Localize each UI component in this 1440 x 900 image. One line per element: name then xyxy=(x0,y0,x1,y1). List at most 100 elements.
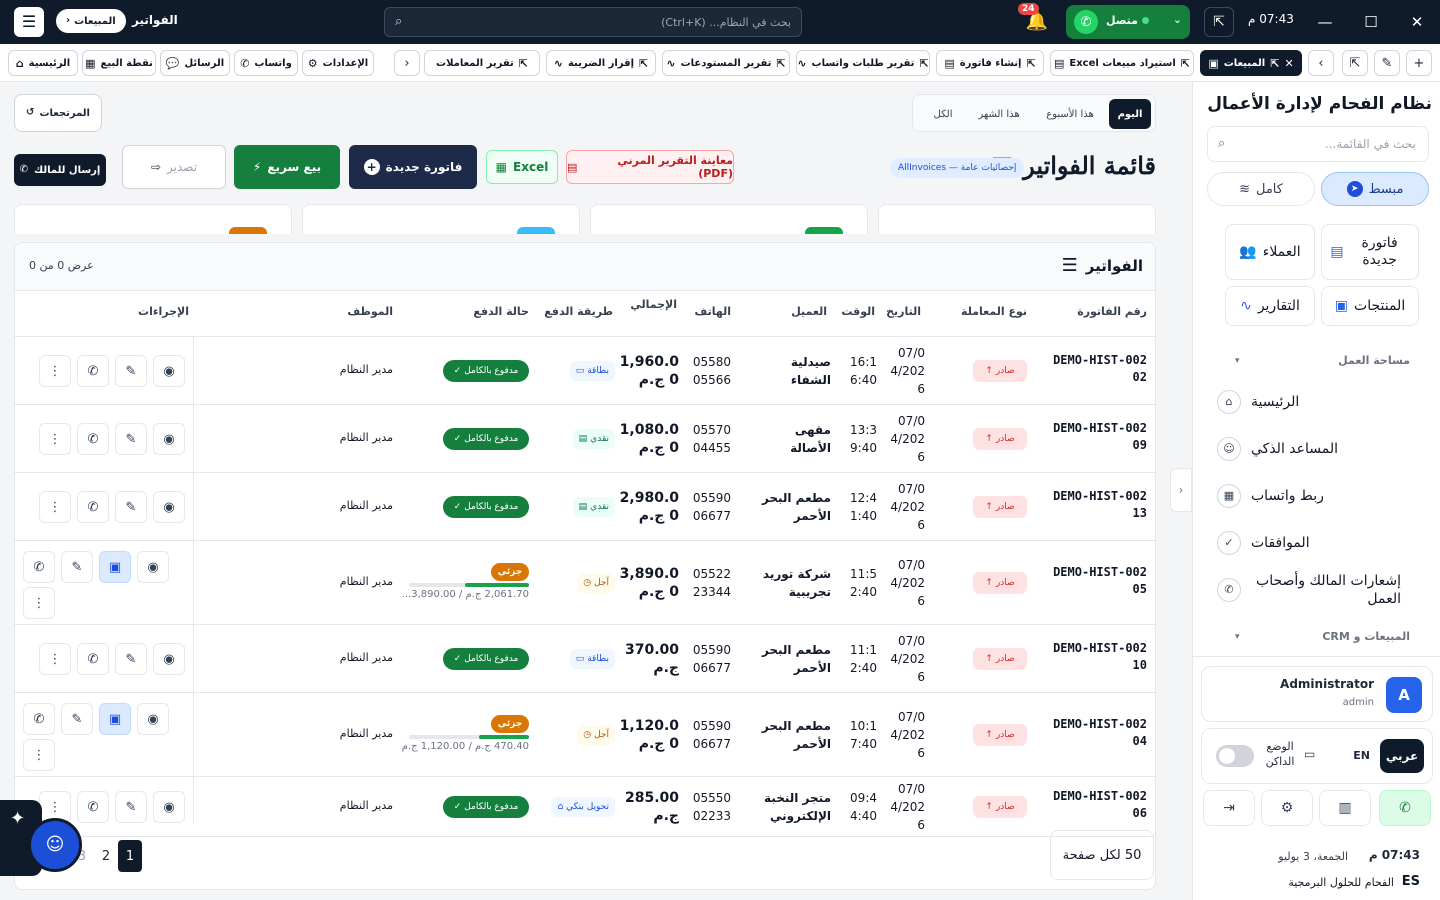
pay-button[interactable]: ▣ xyxy=(99,703,131,735)
tab-sales[interactable]: ✕ ⇱ المبيعات ▣ xyxy=(1200,50,1302,76)
table-row[interactable]: DEMO-HIST-00204 صادر ↑ 07/04/2026 10:17:4… xyxy=(15,693,1155,777)
global-search-input[interactable]: بحث في النظام... (Ctrl+K) ⌕ xyxy=(384,7,802,37)
col-transaction-type[interactable]: نوع المعاملة xyxy=(961,305,1027,318)
col-time[interactable]: الوقت xyxy=(841,305,875,318)
table-row[interactable]: DEMO-HIST-00213 صادر ↑ 07/04/2026 12:41:4… xyxy=(15,473,1155,541)
view-button[interactable]: ◉ xyxy=(153,491,185,523)
edit-button[interactable]: ✎ xyxy=(115,423,147,455)
tabs-scroll-left[interactable]: ‹ xyxy=(394,50,420,76)
sidebar-item-approvals[interactable]: الموافقات ✓ xyxy=(1217,531,1422,555)
stats-link[interactable]: إحصائيات عامة — AllInvoices xyxy=(890,158,1025,178)
more-actions-button[interactable]: ⋮ xyxy=(23,739,55,771)
dark-mode-toggle[interactable] xyxy=(1216,745,1254,767)
pay-button[interactable]: ▣ xyxy=(99,551,131,583)
whatsapp-send-button[interactable]: ✆ xyxy=(77,643,109,675)
tab-tax-return[interactable]: ⇱ إقرار الضريبة ∿ xyxy=(546,50,656,76)
more-actions-button[interactable]: ⋮ xyxy=(39,491,71,523)
whatsapp-send-button[interactable]: ✆ xyxy=(23,703,55,735)
maximize-window-button[interactable]: ☐ xyxy=(1356,8,1386,36)
footer-whatsapp-button[interactable]: ✆ xyxy=(1379,790,1431,826)
edit-button[interactable]: ✎ xyxy=(115,643,147,675)
quick-new-invoice[interactable]: فاتورة جديدة ▤ xyxy=(1321,224,1419,280)
edit-button[interactable]: ✎ xyxy=(115,491,147,523)
invoice-number[interactable]: DEMO-HIST-00210 xyxy=(1051,640,1147,675)
table-row[interactable]: DEMO-HIST-00205 صادر ↑ 07/04/2026 11:52:4… xyxy=(15,541,1155,625)
col-employee[interactable]: الموظف xyxy=(347,305,393,318)
col-invoice-number[interactable]: رقم الفاتورة xyxy=(1077,305,1147,318)
section-workspace[interactable]: مساحة العمل xyxy=(1338,354,1410,367)
minimize-window-button[interactable]: — xyxy=(1310,8,1340,36)
excel-export-button[interactable]: Excel ▦ xyxy=(486,150,558,184)
lang-english-button[interactable]: EN xyxy=(1353,749,1370,762)
detach-tab-button[interactable]: ⇱ xyxy=(1342,50,1368,76)
sidebar-collapse-button[interactable]: ‹ xyxy=(1170,468,1192,512)
pdf-preview-button[interactable]: معاينة التقرير المرني (PDF) ▤ xyxy=(566,150,734,184)
period-today[interactable]: اليوم xyxy=(1109,99,1151,129)
tabs-scroll-right[interactable]: › xyxy=(1308,50,1334,76)
lang-arabic-button[interactable]: عربي xyxy=(1380,739,1424,773)
period-all[interactable]: الكل xyxy=(923,99,963,129)
breadcrumb-parent[interactable]: المبيعات ‹ xyxy=(56,9,126,33)
sidebar-item-whatsapp-link[interactable]: ربط واتساب ▦ xyxy=(1217,484,1422,508)
table-row[interactable]: DEMO-HIST-00209 صادر ↑ 07/04/2026 13:39:4… xyxy=(15,405,1155,473)
user-card[interactable]: A Administrator admin xyxy=(1201,666,1433,722)
tab-create-invoice[interactable]: ⇱ إنشاء فاتورة ▤ xyxy=(936,50,1044,76)
more-actions-button[interactable]: ⋮ xyxy=(39,355,71,387)
popout-button[interactable]: ⇱ xyxy=(1204,7,1234,37)
view-button[interactable]: ◉ xyxy=(153,791,185,823)
invoice-number[interactable]: DEMO-HIST-00205 xyxy=(1051,564,1147,599)
view-button[interactable]: ◉ xyxy=(137,551,169,583)
more-actions-button[interactable]: ⋮ xyxy=(23,587,55,619)
whatsapp-send-button[interactable]: ✆ xyxy=(77,791,109,823)
view-button[interactable]: ◉ xyxy=(153,355,185,387)
view-button[interactable]: ◉ xyxy=(153,423,185,455)
pin-tab-button[interactable]: ✎ xyxy=(1374,50,1400,76)
mode-full-button[interactable]: كامل ≋ xyxy=(1207,172,1315,206)
quick-tab-whatsapp[interactable]: واتساب ✆ xyxy=(234,50,298,76)
view-button[interactable]: ◉ xyxy=(153,643,185,675)
period-week[interactable]: هذا الأسبوع xyxy=(1035,99,1105,129)
col-date[interactable]: التاريخ xyxy=(886,305,921,318)
col-phone[interactable]: الهاتف xyxy=(694,305,731,318)
edit-button[interactable]: ✎ xyxy=(61,703,93,735)
footer-stats-button[interactable]: ▥ xyxy=(1319,790,1371,826)
quick-tab-home[interactable]: الرئيسية ⌂ xyxy=(8,50,78,76)
sidebar-item-owner-notifications[interactable]: إشعارات المالك وأصحاب العمل ✆ xyxy=(1217,572,1422,608)
send-to-owner-button[interactable]: إرسال للمالك ✆ xyxy=(14,154,106,186)
quick-customers[interactable]: العملاء 👥 xyxy=(1225,224,1315,280)
sidebar-item-ai-assistant[interactable]: المساعد الذكي ☺ xyxy=(1217,437,1422,461)
whatsapp-send-button[interactable]: ✆ xyxy=(77,355,109,387)
whatsapp-send-button[interactable]: ✆ xyxy=(77,423,109,455)
col-customer[interactable]: العميل xyxy=(791,305,827,318)
whatsapp-send-button[interactable]: ✆ xyxy=(77,491,109,523)
more-actions-button[interactable]: ⋮ xyxy=(39,643,71,675)
tab-import-excel[interactable]: ⇱ استيراد مبيعات Excel ▤ xyxy=(1050,50,1194,76)
invoice-number[interactable]: DEMO-HIST-00213 xyxy=(1051,488,1147,523)
view-button[interactable]: ◉ xyxy=(137,703,169,735)
quick-tab-settings[interactable]: الإعدادات ⚙ xyxy=(302,50,374,76)
chatbot-button[interactable]: ☺ xyxy=(28,818,82,872)
section-sales-crm[interactable]: المبيعات و CRM xyxy=(1322,630,1410,643)
page-2-button[interactable]: 2 xyxy=(94,840,118,872)
invoice-number[interactable]: DEMO-HIST-00204 xyxy=(1051,716,1147,751)
quick-tab-pos[interactable]: نقطة البيع ▦ xyxy=(82,50,156,76)
new-tab-button[interactable]: + xyxy=(1406,50,1432,76)
period-month[interactable]: هذا الشهر xyxy=(967,99,1031,129)
quick-tab-messages[interactable]: الرسائل 💬 xyxy=(160,50,230,76)
tab-whatsapp-orders-report[interactable]: ⇱ تقرير طلبات واتساب ∿ xyxy=(796,50,930,76)
invoice-number[interactable]: DEMO-HIST-00202 xyxy=(1051,352,1147,387)
returns-button[interactable]: المرتجعات ↺ xyxy=(14,94,102,132)
quick-products[interactable]: المنتجات ▣ xyxy=(1321,286,1419,326)
close-window-button[interactable]: ✕ xyxy=(1402,8,1432,36)
table-row[interactable]: DEMO-HIST-00202 صادر ↑ 07/04/2026 16:16:4… xyxy=(15,337,1155,405)
col-payment-status[interactable]: حالة الدفع xyxy=(473,305,529,318)
page-1-button[interactable]: 1 xyxy=(118,840,142,872)
quick-sale-button[interactable]: بيع سريع ⚡ xyxy=(234,145,340,189)
edit-button[interactable]: ✎ xyxy=(115,791,147,823)
sidebar-search-input[interactable]: بحث في القائمة... ⌕ xyxy=(1207,126,1429,162)
edit-button[interactable]: ✎ xyxy=(115,355,147,387)
invoice-number[interactable]: DEMO-HIST-00206 xyxy=(1051,788,1147,823)
table-row[interactable]: DEMO-HIST-00210 صادر ↑ 07/04/2026 11:12:4… xyxy=(15,625,1155,693)
tab-warehouse-report[interactable]: ⇱ تقرير المستودعات ∿ xyxy=(662,50,790,76)
menu-button[interactable]: ☰ xyxy=(14,7,44,37)
